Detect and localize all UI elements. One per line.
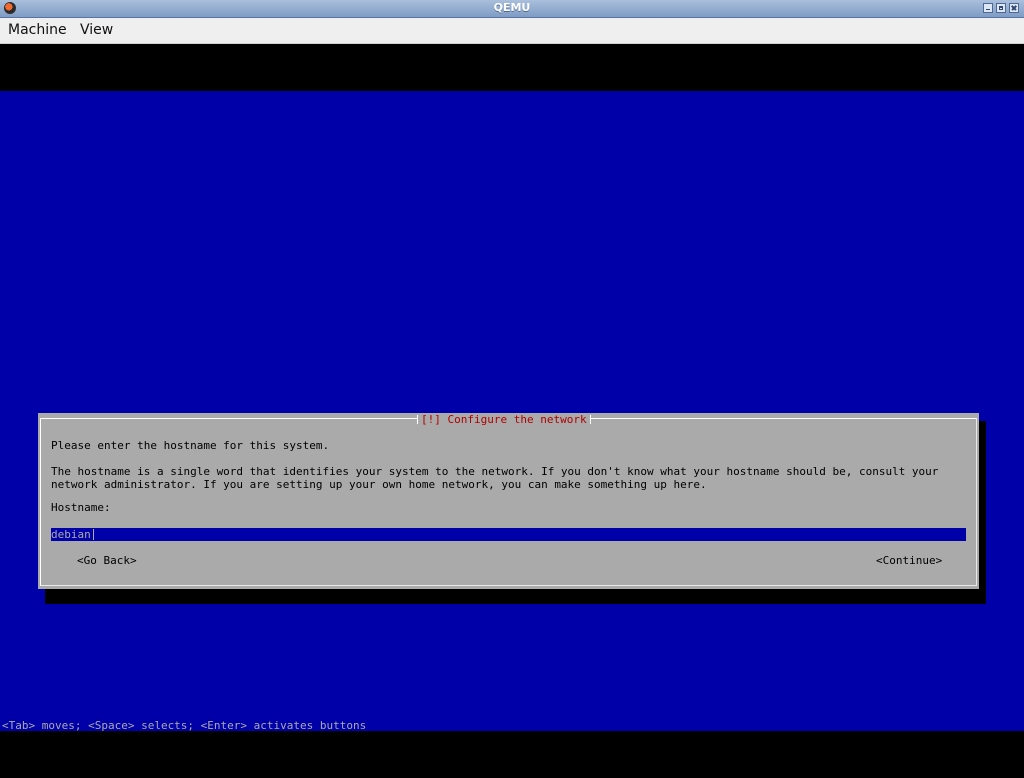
menu-machine[interactable]: Machine <box>8 22 67 38</box>
guest-screen[interactable]: [!] Configure the network Please enter t… <box>0 91 1024 731</box>
window-title: QEMU <box>493 1 531 14</box>
status-line: <Tab> moves; <Space> selects; <Enter> ac… <box>2 719 367 732</box>
hostname-input[interactable]: debian <box>51 528 966 541</box>
hostname-label: Hostname: <box>51 501 111 514</box>
hostname-prompt: Please enter the hostname for this syste… <box>51 439 330 452</box>
hostname-value: debian <box>51 528 91 541</box>
dialog-title: [!] Configure the network <box>417 413 591 426</box>
continue-button[interactable]: <Continue> <box>876 554 942 567</box>
window-titlebar[interactable]: QEMU <box>0 0 1024 18</box>
menu-view[interactable]: View <box>80 22 113 38</box>
minimize-icon[interactable] <box>983 3 993 13</box>
go-back-button[interactable]: <Go Back> <box>77 554 137 567</box>
text-cursor <box>93 529 94 540</box>
maximize-icon[interactable] <box>996 3 1006 13</box>
hostname-description: The hostname is a single word that ident… <box>51 465 939 491</box>
configure-network-dialog: [!] Configure the network Please enter t… <box>38 413 979 589</box>
menubar: Machine View <box>0 18 1024 44</box>
close-icon[interactable] <box>1009 3 1019 13</box>
